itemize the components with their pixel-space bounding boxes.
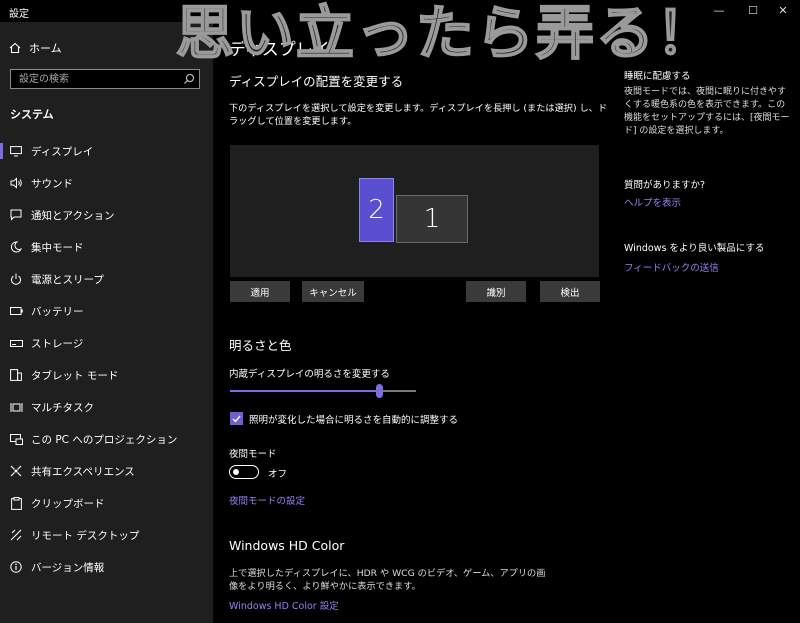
- brightness-slider[interactable]: [230, 384, 416, 398]
- sidebar-item-shared[interactable]: 共有エクスペリエンス: [0, 455, 213, 487]
- projection-icon: [9, 432, 23, 446]
- hd-color-heading: Windows HD Color: [229, 538, 345, 553]
- moon-icon: [9, 240, 23, 254]
- notification-icon: [9, 208, 23, 222]
- display-2-tile[interactable]: 2: [359, 178, 394, 242]
- brightness-label: 内蔵ディスプレイの明るさを変更する: [229, 369, 390, 380]
- storage-icon: [9, 336, 23, 350]
- clipboard-icon: [9, 496, 23, 510]
- sidebar-item-label: タブレット モード: [31, 369, 119, 382]
- sidebar-item-focus[interactable]: 集中モード: [0, 231, 213, 263]
- search-icon[interactable]: [183, 73, 195, 85]
- sidebar-item-label: サウンド: [31, 177, 73, 190]
- sidebar-item-label: 電源とスリープ: [31, 273, 104, 286]
- slider-track-fill: [230, 390, 379, 392]
- main-panel: ディスプレイ ディスプレイの配置を変更する 下のディスプレイを選択して設定を変更…: [213, 22, 800, 623]
- sidebar-item-sound[interactable]: サウンド: [0, 167, 213, 199]
- share-icon: [9, 464, 23, 478]
- hd-color-description: 上で選択したディスプレイに、HDR や WCG のビデオ、ゲーム、アプリの画像を…: [229, 568, 546, 592]
- checkmark-icon: [232, 415, 241, 423]
- maximize-button[interactable]: ☐: [742, 2, 764, 20]
- window-title: 設定: [9, 9, 29, 20]
- slider-track: [383, 390, 416, 392]
- sleep-description: 夜間モードでは、夜間に眠りに付きやすくする暖色系の色を表示できます。この機能をセ…: [624, 87, 790, 136]
- sidebar-item-clipboard[interactable]: クリップボード: [0, 487, 213, 519]
- banner-text: 思い立ったら弄る！: [175, 0, 717, 67]
- home-icon: [9, 42, 21, 54]
- sidebar-item-label: 通知とアクション: [31, 209, 115, 222]
- improve-title: Windows をより良い製品にする: [624, 243, 765, 254]
- arrange-description: 下のディスプレイを選択して設定を変更します。ディスプレイを長押し (または選択)…: [229, 103, 608, 127]
- sidebar-item-label: 集中モード: [31, 241, 84, 254]
- search-box[interactable]: [10, 69, 200, 89]
- night-mode-toggle[interactable]: [229, 465, 259, 479]
- sidebar-item-power[interactable]: 電源とスリープ: [0, 263, 213, 295]
- sidebar-item-label: ディスプレイ: [31, 145, 94, 158]
- close-button[interactable]: ✕: [772, 2, 794, 20]
- sidebar-item-tablet[interactable]: タブレット モード: [0, 359, 213, 391]
- battery-icon: [9, 304, 23, 318]
- sidebar-item-label: バージョン情報: [31, 561, 105, 574]
- sidebar-nav: ディスプレイ サウンド 通知とアクション 集中モード 電源とスリープ バッテリー…: [0, 135, 213, 583]
- sidebar-item-multitask[interactable]: マルチタスク: [0, 391, 213, 423]
- sidebar-item-label: リモート デスクトップ: [31, 529, 140, 542]
- section-label: システム: [10, 108, 54, 121]
- sidebar-item-display[interactable]: ディスプレイ: [0, 135, 213, 167]
- auto-brightness-label: 照明が変化した場合に明るさを自動的に調整する: [249, 415, 459, 426]
- toggle-knob: [233, 468, 239, 475]
- sidebar: ホーム システム ディスプレイ サウンド 通知とアクション 集中モード 電源とス…: [0, 22, 213, 623]
- sleep-title: 睡眠に配慮する: [624, 71, 691, 82]
- tablet-icon: [9, 368, 23, 382]
- night-mode-settings-link[interactable]: 夜間モードの設定: [229, 493, 305, 507]
- question-title: 質問がありますか?: [624, 180, 706, 191]
- sidebar-item-remote[interactable]: リモート デスクトップ: [0, 519, 213, 551]
- night-mode-state: オフ: [268, 469, 288, 480]
- search-input[interactable]: [11, 70, 189, 88]
- brightness-heading: 明るさと色: [229, 338, 292, 353]
- auto-brightness-checkbox[interactable]: [230, 412, 243, 425]
- multitask-icon: [9, 400, 23, 414]
- identify-button[interactable]: 識別: [466, 281, 526, 302]
- sidebar-item-notifications[interactable]: 通知とアクション: [0, 199, 213, 231]
- sidebar-item-label: ストレージ: [31, 337, 84, 350]
- sidebar-item-label: マルチタスク: [31, 401, 94, 414]
- sidebar-item-label: 共有エクスペリエンス: [31, 465, 135, 478]
- sidebar-item-label: クリップボード: [31, 497, 105, 510]
- sidebar-item-label: この PC へのプロジェクション: [31, 433, 178, 446]
- help-link[interactable]: ヘルプを表示: [624, 195, 681, 209]
- night-mode-label: 夜間モード: [229, 449, 277, 460]
- slider-thumb[interactable]: [376, 384, 383, 398]
- monitor-icon: [9, 144, 23, 158]
- info-icon: [9, 560, 23, 574]
- apply-button[interactable]: 適用: [230, 281, 290, 302]
- feedback-link[interactable]: フィードバックの送信: [624, 260, 719, 274]
- display-arrangement-area: 2 1: [230, 145, 599, 277]
- hd-color-settings-link[interactable]: Windows HD Color 設定: [229, 598, 339, 612]
- arrange-heading: ディスプレイの配置を変更する: [229, 74, 404, 89]
- sidebar-item-label: バッテリー: [31, 305, 84, 318]
- power-icon: [9, 272, 23, 286]
- cancel-button[interactable]: キャンセル: [302, 281, 364, 302]
- speaker-icon: [9, 176, 23, 190]
- detect-button[interactable]: 検出: [540, 281, 600, 302]
- sidebar-item-projection[interactable]: この PC へのプロジェクション: [0, 423, 213, 455]
- sidebar-item-battery[interactable]: バッテリー: [0, 295, 213, 327]
- sidebar-item-about[interactable]: バージョン情報: [0, 551, 213, 583]
- remote-icon: [9, 528, 23, 542]
- display-1-tile[interactable]: 1: [396, 195, 468, 243]
- home-link[interactable]: ホーム: [9, 38, 62, 58]
- sidebar-item-storage[interactable]: ストレージ: [0, 327, 213, 359]
- home-label: ホーム: [29, 42, 62, 55]
